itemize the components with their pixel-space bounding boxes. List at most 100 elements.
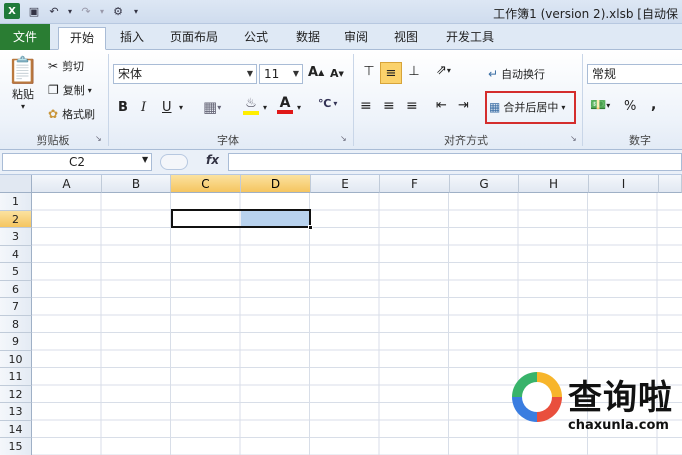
row-header-2[interactable]: 2 — [0, 210, 32, 228]
undo-icon[interactable]: ↶ — [46, 3, 62, 19]
increase-indent-button[interactable]: ⇥ — [458, 98, 469, 113]
row-header-13[interactable]: 13 — [0, 403, 32, 421]
tab-view[interactable]: 视图 — [386, 27, 426, 49]
formula-input[interactable] — [228, 153, 682, 171]
row-header-3[interactable]: 3 — [0, 228, 32, 246]
font-color-button[interactable]: A — [277, 96, 293, 114]
row-header-6[interactable]: 6 — [0, 280, 32, 298]
column-header-b[interactable]: B — [102, 175, 171, 193]
customize-tool-icon[interactable]: ⚙ — [110, 3, 126, 19]
align-left-icon: ≡ — [360, 98, 372, 114]
quick-access-menu-icon[interactable]: ▾ — [128, 3, 144, 19]
row-header-14[interactable]: 14 — [0, 420, 32, 438]
redo-dropdown-icon[interactable]: ▾ — [94, 3, 110, 19]
underline-button[interactable]: U — [162, 100, 172, 115]
column-header-c[interactable]: C — [171, 175, 241, 193]
chevron-down-icon: ▾ — [333, 99, 338, 108]
tab-developer[interactable]: 开发工具 — [440, 27, 500, 49]
align-right-button[interactable]: ≡ — [406, 98, 418, 114]
grow-font-button[interactable]: A ▲ — [308, 65, 324, 80]
font-group-label: 字体 — [217, 134, 239, 147]
undo-dropdown-icon[interactable]: ▾ — [62, 3, 78, 19]
window-title: 工作簿1 (version 2).xlsb [自动保 — [493, 7, 678, 21]
column-header-f[interactable]: F — [380, 175, 450, 193]
underline-dropdown-icon[interactable]: ▾ — [179, 103, 183, 112]
row-header-10[interactable]: 10 — [0, 350, 32, 368]
fill-color-swatch — [243, 111, 259, 115]
alignment-group-label: 对齐方式 — [444, 134, 488, 147]
row-header-8[interactable]: 8 — [0, 315, 32, 333]
column-header-d[interactable]: D — [241, 175, 311, 193]
formula-expand-handle[interactable] — [160, 154, 188, 170]
cut-button[interactable]: ✂ 剪切 — [48, 58, 84, 74]
orientation-button[interactable]: ⇗ ▾ — [436, 63, 451, 78]
row-header-11[interactable]: 11 — [0, 368, 32, 386]
column-header-e[interactable]: E — [311, 175, 380, 193]
decrease-indent-icon: ⇤ — [436, 98, 447, 113]
phonetic-button[interactable]: ℃ ▾ — [318, 97, 337, 110]
paste-button[interactable]: 📋 粘贴 ▾ — [6, 56, 40, 111]
percent-button[interactable]: % — [624, 99, 636, 114]
decrease-indent-button[interactable]: ⇤ — [436, 98, 447, 113]
shrink-font-button[interactable]: A ▼ — [330, 67, 344, 80]
align-bottom-button[interactable]: ⊥ — [405, 62, 423, 80]
align-middle-button[interactable]: ≡ — [380, 62, 402, 84]
row-header-9[interactable]: 9 — [0, 333, 32, 351]
row-header-5[interactable]: 5 — [0, 263, 32, 281]
accounting-format-button[interactable]: 💵 ▾ — [590, 98, 610, 113]
row-header-1[interactable]: 1 — [0, 193, 32, 211]
comma-button[interactable]: , — [651, 97, 656, 113]
clipboard-icon: 📋 — [6, 56, 40, 86]
column-header-a[interactable]: A — [32, 175, 102, 193]
bold-button[interactable]: B — [118, 100, 128, 115]
column-header-g[interactable]: G — [450, 175, 519, 193]
fill-handle[interactable] — [308, 225, 313, 230]
clipboard-launcher-icon[interactable]: ↘ — [95, 134, 102, 143]
redo-icon[interactable]: ↷ — [78, 3, 94, 19]
wrap-text-button[interactable]: ↵ 自动换行 — [488, 66, 545, 82]
font-launcher-icon[interactable]: ↘ — [340, 134, 347, 143]
group-divider — [353, 54, 354, 146]
ribbon-tabs: 文件 开始 插入 页面布局 公式 数据 审阅 视图 开发工具 — [0, 24, 682, 50]
borders-button[interactable]: ▦ ▾ — [203, 98, 221, 116]
row-header-4[interactable]: 4 — [0, 245, 32, 263]
selected-range-c2-d2[interactable] — [171, 209, 311, 228]
selection-highlight — [241, 211, 309, 226]
tab-file[interactable]: 文件 — [0, 24, 50, 50]
name-box[interactable]: C2 — [2, 153, 152, 171]
row-header-15[interactable]: 15 — [0, 438, 32, 455]
font-name-select[interactable]: 宋体 ▼ — [113, 64, 257, 84]
row-header-12[interactable]: 12 — [0, 385, 32, 403]
column-header-h[interactable]: H — [519, 175, 589, 193]
save-icon[interactable]: ▣ — [26, 3, 42, 19]
select-all-corner[interactable] — [0, 175, 32, 193]
align-center-button[interactable]: ≡ — [383, 98, 395, 114]
column-header-i[interactable]: I — [589, 175, 659, 193]
tab-review[interactable]: 审阅 — [336, 27, 376, 49]
fill-color-button[interactable]: ♨ — [243, 96, 259, 115]
font-name-value: 宋体 — [118, 67, 143, 81]
align-left-button[interactable]: ≡ — [360, 98, 372, 114]
align-center-icon: ≡ — [383, 98, 395, 114]
tab-data[interactable]: 数据 — [288, 27, 328, 49]
tab-home[interactable]: 开始 — [58, 27, 106, 50]
alignment-launcher-icon[interactable]: ↘ — [570, 134, 577, 143]
fill-color-dropdown-icon[interactable]: ▾ — [263, 103, 267, 112]
italic-button[interactable]: I — [141, 100, 146, 115]
watermark-text: 查询啦 — [568, 378, 673, 418]
name-box-dropdown-icon[interactable]: ▼ — [142, 155, 148, 164]
tab-formulas[interactable]: 公式 — [236, 27, 276, 49]
tab-page-layout[interactable]: 页面布局 — [164, 27, 224, 49]
align-top-button[interactable]: ⊤ — [360, 62, 378, 80]
format-painter-button[interactable]: ✿ 格式刷 — [48, 106, 95, 122]
font-size-select[interactable]: 11 ▼ — [259, 64, 303, 84]
insert-function-icon[interactable]: fx — [206, 153, 219, 167]
currency-icon: 💵 — [590, 98, 607, 113]
number-format-select[interactable]: 常规 — [587, 64, 682, 84]
column-header-j-partial[interactable] — [659, 175, 682, 193]
excel-logo-icon[interactable]: X — [4, 3, 20, 19]
row-header-7[interactable]: 7 — [0, 298, 32, 316]
tab-insert[interactable]: 插入 — [112, 27, 152, 49]
font-color-dropdown-icon[interactable]: ▾ — [297, 103, 301, 112]
copy-button[interactable]: ❐ 复制 ▾ — [48, 82, 92, 98]
